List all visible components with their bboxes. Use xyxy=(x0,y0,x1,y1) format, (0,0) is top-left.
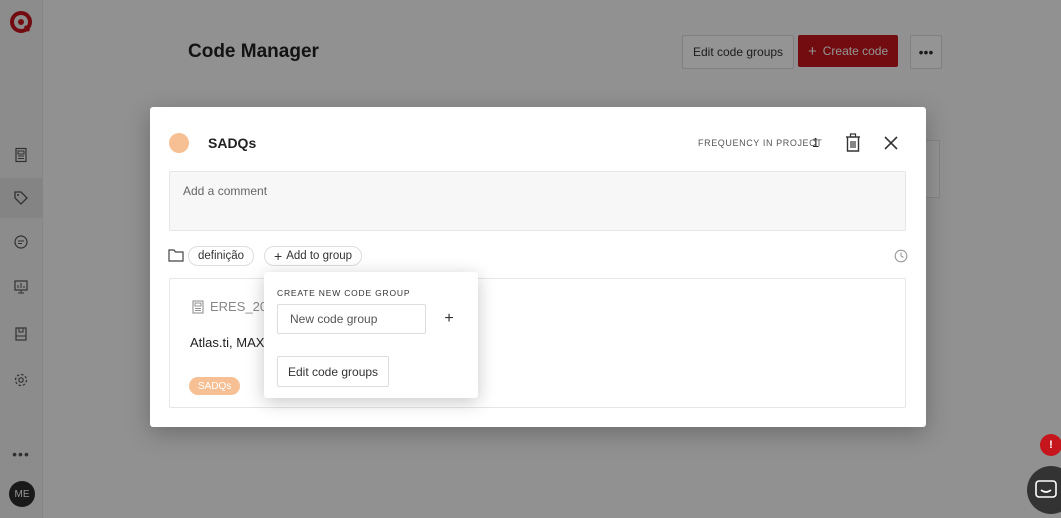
add-to-group-button[interactable]: + Add to group xyxy=(264,246,363,266)
frequency-label: FREQUENCY IN PROJECT xyxy=(698,138,823,148)
quotation-text: Atlas.ti, MAX xyxy=(190,335,265,350)
close-icon[interactable] xyxy=(880,131,902,155)
create-code-group-title: CREATE NEW CODE GROUP xyxy=(277,288,411,298)
comment-field[interactable] xyxy=(169,171,906,231)
chat-notification-badge[interactable]: ! xyxy=(1040,434,1061,456)
new-code-group-input[interactable] xyxy=(277,304,426,334)
add-to-group-label: Add to group xyxy=(286,250,353,262)
document-name[interactable]: ERES_20 xyxy=(210,299,267,314)
frequency-value: 1 xyxy=(812,135,820,150)
add-to-group-popover: CREATE NEW CODE GROUP + Edit code groups xyxy=(264,272,478,398)
edit-code-groups-popover-button[interactable]: Edit code groups xyxy=(277,356,390,387)
clock-icon[interactable] xyxy=(894,249,908,263)
plus-icon: + xyxy=(274,248,283,264)
code-tag[interactable]: SADQs xyxy=(189,377,241,395)
document-icon xyxy=(192,300,204,314)
folder-icon xyxy=(168,248,184,262)
add-code-group-plus-icon[interactable]: + xyxy=(440,308,458,330)
trash-icon[interactable] xyxy=(842,131,864,155)
code-name[interactable]: SADQs xyxy=(208,135,256,151)
code-color-dot[interactable] xyxy=(169,133,189,153)
group-chip-definicao[interactable]: definição xyxy=(188,246,255,266)
